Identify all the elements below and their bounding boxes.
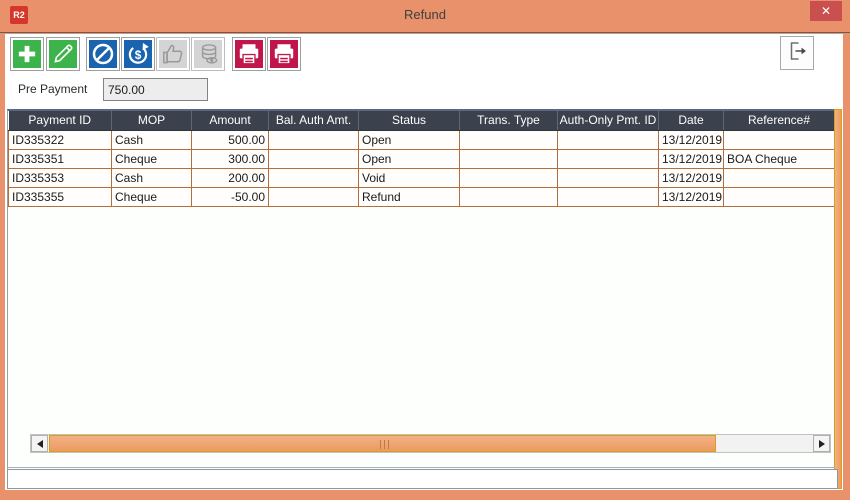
payment-info-button [191,37,225,71]
column-header[interactable]: Payment ID [9,111,112,130]
table-row[interactable]: ID335351Cheque300.00 Open 13/12/2019BOA Ch… [9,149,835,168]
scroll-left-button[interactable] [31,435,48,452]
thumbs-up-icon [160,41,186,67]
left-arrow-icon [37,440,43,448]
refund-payment-button[interactable]: $ [121,37,155,71]
column-header[interactable]: Reference# [724,111,835,130]
table-cell[interactable] [558,130,659,149]
column-header[interactable]: Amount [192,111,269,130]
table-cell[interactable]: Cheque [112,149,192,168]
table-cell[interactable] [558,168,659,187]
pre-payment-field[interactable] [103,78,208,101]
vertical-scrollbar-thumb[interactable] [834,109,842,489]
table-cell[interactable]: 500.00 [192,130,269,149]
column-header[interactable]: Date [659,111,724,130]
table-row[interactable]: ID335355Cheque-50.00 Refund 13/12/2019 [9,187,835,206]
table-cell[interactable]: Cash [112,168,192,187]
print-button[interactable] [232,37,266,71]
plus-icon [14,41,40,67]
table-cell[interactable] [558,149,659,168]
scroll-right-button[interactable] [813,435,830,452]
print-receipt-button[interactable] [267,37,301,71]
void-payment-button[interactable] [86,37,120,71]
refund-window: R2 Refund ✕ [0,0,850,500]
dialog-content: $ [5,34,843,490]
svg-text:$: $ [135,48,142,62]
column-header[interactable]: Status [359,111,460,130]
exit-button[interactable] [780,36,814,70]
table-cell[interactable]: Refund [359,187,460,206]
money-refund-icon: $ [125,41,151,67]
table-cell[interactable] [269,149,359,168]
table-cell[interactable] [460,168,558,187]
table-cell[interactable]: 300.00 [192,149,269,168]
no-entry-icon [90,41,116,67]
table-cell[interactable] [269,130,359,149]
window-title: Refund [0,0,850,30]
table-cell[interactable]: Void [359,168,460,187]
table-cell[interactable]: 200.00 [192,168,269,187]
table-cell[interactable]: Cheque [112,187,192,206]
payments-table: Payment IDMOPAmountBal. Auth Amt.StatusT… [8,111,835,207]
status-box [7,469,838,489]
table-cell[interactable]: BOA Cheque [724,149,835,168]
table-cell[interactable]: ID335322 [9,130,112,149]
edit-payment-button[interactable] [46,37,80,71]
table-cell[interactable]: 13/12/2019 [659,149,724,168]
column-header[interactable]: MOP [112,111,192,130]
printer-icon [271,41,297,67]
header-row: Payment IDMOPAmountBal. Auth Amt.StatusT… [9,111,835,130]
approve-button [156,37,190,71]
table-cell[interactable]: 13/12/2019 [659,187,724,206]
pencil-icon [50,41,76,67]
column-header[interactable]: Auth-Only Pmt. ID [558,111,659,130]
table-cell[interactable] [460,130,558,149]
table-cell[interactable]: Open [359,130,460,149]
table-cell[interactable] [724,130,835,149]
printer-icon [236,41,262,67]
table-row[interactable]: ID335322Cash500.00 Open 13/12/2019 [9,130,835,149]
table-cell[interactable]: Cash [112,130,192,149]
table-cell[interactable]: 13/12/2019 [659,168,724,187]
payments-grid: Payment IDMOPAmountBal. Auth Amt.StatusT… [7,109,835,469]
table-cell[interactable] [269,168,359,187]
table-cell[interactable] [269,187,359,206]
close-icon: ✕ [821,4,831,18]
table-cell[interactable] [724,168,835,187]
column-header[interactable]: Bal. Auth Amt. [269,111,359,130]
horizontal-scrollbar-thumb[interactable] [49,435,716,452]
thumb-grip [384,440,385,449]
pre-payment-label: Pre Payment [18,78,87,101]
right-arrow-icon [819,440,825,448]
coins-eye-icon [195,41,221,67]
table-cell[interactable]: ID335351 [9,149,112,168]
add-payment-button[interactable] [10,37,44,71]
thumb-grip [380,440,381,449]
column-header[interactable]: Trans. Type [460,111,558,130]
table-cell[interactable]: ID335353 [9,168,112,187]
table-row[interactable]: ID335353Cash200.00 Void 13/12/2019 [9,168,835,187]
table-cell[interactable] [460,187,558,206]
table-cell[interactable]: 13/12/2019 [659,130,724,149]
title-bar[interactable]: R2 Refund ✕ [0,0,850,33]
horizontal-scrollbar[interactable] [30,434,831,453]
table-cell[interactable]: -50.00 [192,187,269,206]
exit-icon [785,39,809,68]
thumb-grip [388,440,389,449]
table-cell[interactable] [558,187,659,206]
table-cell[interactable]: ID335355 [9,187,112,206]
divider [7,467,835,468]
close-button[interactable]: ✕ [810,1,842,21]
table-cell[interactable] [724,187,835,206]
table-cell[interactable] [460,149,558,168]
table-cell[interactable]: Open [359,149,460,168]
